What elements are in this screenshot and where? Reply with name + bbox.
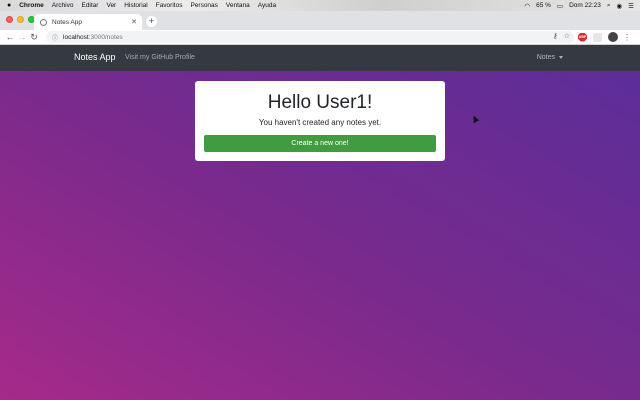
profile-avatar[interactable] — [608, 32, 618, 42]
greeting-heading: Hello User1! — [267, 92, 373, 113]
clock[interactable]: Dom 22:23 — [569, 2, 601, 9]
battery-percent[interactable]: 65 % — [536, 2, 551, 9]
forward-arrow-icon[interactable]: → — [16, 32, 28, 42]
macos-menubar: ● Chrome Archivo Editar Ver Historial Fa… — [0, 0, 640, 11]
empty-notes-message: You haven't created any notes yet. — [258, 118, 382, 127]
search-icon[interactable]: ⌕ — [607, 2, 611, 10]
key-icon[interactable]: ⚷ — [553, 32, 558, 40]
menu-ayuda[interactable]: Ayuda — [258, 2, 276, 9]
address-bar[interactable]: ⓘ localhost:3000/notes ⚷ ☆ — [46, 31, 574, 43]
menu-editar[interactable]: Editar — [81, 2, 98, 9]
page-background: Notes App Visit my GitHub Profile Notes … — [0, 45, 640, 400]
welcome-card: Hello User1! You haven't created any not… — [195, 81, 445, 161]
extension-icon[interactable] — [593, 32, 602, 42]
new-tab-button[interactable]: + — [146, 16, 157, 27]
menu-historial[interactable]: Historial — [124, 2, 147, 9]
url-host: localhost — [63, 33, 89, 41]
globe-icon — [40, 18, 47, 26]
notes-dropdown-label: Notes — [536, 54, 555, 61]
create-note-button[interactable]: Create a new one! — [204, 135, 436, 152]
url-path: :3000/notes — [88, 33, 123, 41]
menu-ventana[interactable]: Ventana — [226, 2, 250, 9]
navbar-brand[interactable]: Notes App — [74, 52, 116, 62]
info-icon[interactable]: ⓘ — [52, 33, 58, 42]
menu-list-icon[interactable]: ☰ — [628, 2, 634, 10]
app-navbar: Notes App Visit my GitHub Profile Notes — [0, 45, 640, 71]
notes-dropdown[interactable]: Notes — [537, 54, 563, 61]
menu-personas[interactable]: Personas — [190, 2, 217, 9]
tab-strip: Notes App ✕ + — [0, 11, 640, 30]
minimize-window-button[interactable] — [17, 16, 24, 23]
extensions-area: ABP ⋮ — [578, 32, 631, 42]
menu-archivo[interactable]: Archivo — [52, 2, 74, 9]
more-options-icon[interactable]: ⋮ — [623, 33, 631, 42]
tab-notes-app[interactable]: Notes App ✕ — [34, 14, 142, 30]
caret-down-icon — [559, 56, 563, 59]
user-icon[interactable]: ◉ — [617, 2, 623, 10]
close-tab-icon[interactable]: ✕ — [131, 18, 137, 26]
tab-title: Notes App — [52, 18, 82, 26]
reload-icon[interactable]: ↻ — [28, 32, 40, 43]
back-arrow-icon[interactable]: ← — [4, 32, 16, 42]
menu-favoritos[interactable]: Favoritos — [156, 2, 183, 9]
browser-toolbar: ← → ↻ ⓘ localhost:3000/notes ⚷ ☆ ABP ⋮ — [0, 30, 640, 45]
menu-chrome[interactable]: Chrome — [19, 2, 44, 9]
wifi-icon[interactable]: ◠ — [524, 2, 530, 10]
github-profile-link[interactable]: Visit my GitHub Profile — [125, 54, 195, 61]
battery-icon[interactable]: ▭ — [557, 2, 563, 10]
star-icon[interactable]: ☆ — [564, 32, 570, 40]
close-window-button[interactable] — [6, 16, 13, 23]
apple-logo-icon[interactable]: ● — [7, 2, 11, 9]
mouse-cursor-icon — [470, 114, 480, 123]
adblock-icon[interactable]: ABP — [578, 32, 587, 42]
menu-ver[interactable]: Ver — [106, 2, 116, 9]
